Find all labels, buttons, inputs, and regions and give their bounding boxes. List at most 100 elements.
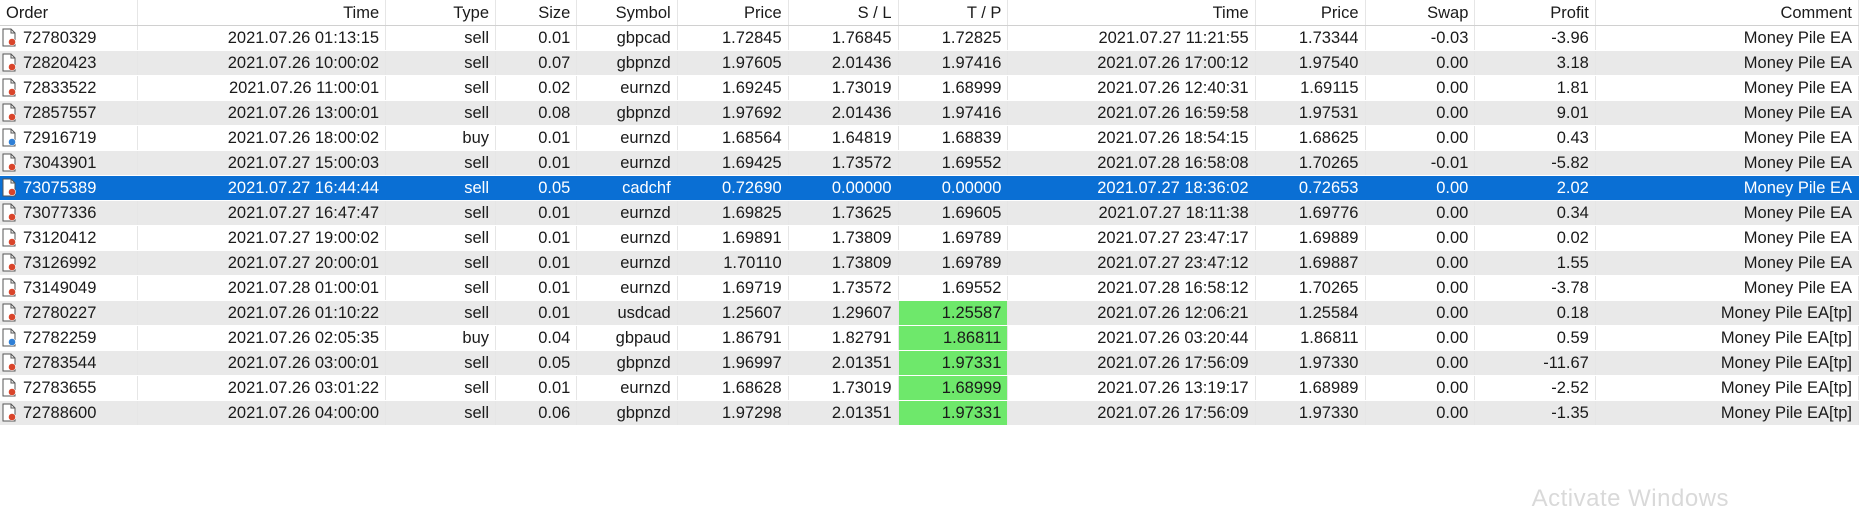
table-row[interactable]: 72857557 2021.07.26 13:00:01 sell 0.08 gbpnz… <box>0 100 1859 126</box>
cell-swap: 0.00 <box>1365 350 1476 376</box>
cell-tp: 1.72825 <box>898 25 1009 51</box>
table-row[interactable]: 73077336 2021.07.27 16:47:47 sell 0.01 eurnz… <box>0 200 1859 226</box>
cell-symbol: gbpnzd <box>576 100 678 126</box>
cell-order: 73149049 <box>0 275 138 301</box>
cell-symbol: eurnzd <box>576 250 678 276</box>
cell-sl: 1.82791 <box>788 325 899 351</box>
cell-swap: 0.00 <box>1365 300 1476 326</box>
cell-sl: 1.29607 <box>788 300 899 326</box>
cell-comment: Money Pile EA <box>1595 200 1859 226</box>
cell-symbol: eurnzd <box>576 275 678 301</box>
cell-sl: 1.73809 <box>788 250 899 276</box>
cell-sl: 1.73019 <box>788 75 899 101</box>
sell-order-icon <box>2 53 17 72</box>
cell-comment: Money Pile EA[tp] <box>1595 375 1859 401</box>
cell-order: 73043901 <box>0 150 138 176</box>
cell-profit: 0.34 <box>1474 200 1596 226</box>
order-number: 73043901 <box>23 154 97 172</box>
cell-size: 0.01 <box>495 250 578 276</box>
cell-type: sell <box>385 200 496 226</box>
column-header-order[interactable]: Order <box>0 0 138 26</box>
table-row[interactable]: 72820423 2021.07.26 10:00:02 sell 0.07 gbpnz… <box>0 50 1859 76</box>
cell-tp: 1.69552 <box>898 150 1009 176</box>
order-number: 72783655 <box>23 379 97 397</box>
column-header-tp[interactable]: T / P <box>898 0 1009 26</box>
table-row[interactable]: 73043901 2021.07.27 15:00:03 sell 0.01 eurnz… <box>0 150 1859 176</box>
table-row[interactable]: 72782259 2021.07.26 02:05:35 buy 0.04 gbpaud… <box>0 325 1859 351</box>
cell-tp: 0.00000 <box>898 175 1009 201</box>
column-header-sl[interactable]: S / L <box>788 0 899 26</box>
cell-comment: Money Pile EA <box>1595 25 1859 51</box>
buy-order-icon <box>2 128 17 147</box>
column-header-swap[interactable]: Swap <box>1365 0 1476 26</box>
cell-profit: -1.35 <box>1474 400 1596 426</box>
cell-close-time: 2021.07.27 23:47:17 <box>1007 225 1256 251</box>
cell-profit: -2.52 <box>1474 375 1596 401</box>
table-row[interactable]: 72780227 2021.07.26 01:10:22 sell 0.01 usdca… <box>0 300 1859 326</box>
column-header-price[interactable]: Price <box>677 0 789 26</box>
cell-size: 0.02 <box>495 75 578 101</box>
table-row[interactable]: 72833522 2021.07.26 11:00:01 sell 0.02 eurnz… <box>0 75 1859 101</box>
sell-order-icon <box>2 228 17 247</box>
column-header-close-price[interactable]: Price <box>1255 0 1366 26</box>
cell-tp: 1.97331 <box>898 350 1009 376</box>
cell-close-time: 2021.07.27 18:36:02 <box>1007 175 1256 201</box>
sell-order-icon <box>2 203 17 222</box>
column-header-close-time[interactable]: Time <box>1007 0 1256 26</box>
cell-order: 73120412 <box>0 225 138 251</box>
cell-symbol: eurnzd <box>576 125 678 151</box>
cell-sl: 1.64819 <box>788 125 899 151</box>
table-row[interactable]: 73126992 2021.07.27 20:00:01 sell 0.01 eurnz… <box>0 250 1859 276</box>
sell-order-icon <box>2 103 17 122</box>
cell-size: 0.01 <box>495 125 578 151</box>
cell-price: 1.69425 <box>677 150 789 176</box>
column-header-time[interactable]: Time <box>137 0 387 26</box>
cell-comment: Money Pile EA <box>1595 275 1859 301</box>
cell-profit: 0.02 <box>1474 225 1596 251</box>
table-row[interactable]: 72780329 2021.07.26 01:13:15 sell 0.01 gbpca… <box>0 25 1859 51</box>
cell-size: 0.01 <box>495 300 578 326</box>
cell-sl: 0.00000 <box>788 175 899 201</box>
cell-swap: 0.00 <box>1365 375 1476 401</box>
cell-size: 0.04 <box>495 325 578 351</box>
column-header-type[interactable]: Type <box>385 0 496 26</box>
cell-price: 1.25607 <box>677 300 789 326</box>
column-header-comment[interactable]: Comment <box>1595 0 1859 26</box>
cell-size: 0.06 <box>495 400 578 426</box>
table-row[interactable]: 72916719 2021.07.26 18:00:02 buy 0.01 eurnzd… <box>0 125 1859 151</box>
order-number: 72916719 <box>23 129 97 147</box>
cell-order: 72788600 <box>0 400 138 426</box>
cell-price: 0.72690 <box>677 175 789 201</box>
cell-swap: 0.00 <box>1365 200 1476 226</box>
cell-type: sell <box>385 175 496 201</box>
table-row[interactable]: 72783655 2021.07.26 03:01:22 sell 0.01 eurnz… <box>0 375 1859 401</box>
cell-profit: 0.43 <box>1474 125 1596 151</box>
cell-profit: 1.55 <box>1474 250 1596 276</box>
cell-symbol: eurnzd <box>576 375 678 401</box>
column-header-size[interactable]: Size <box>495 0 578 26</box>
column-header-symbol[interactable]: Symbol <box>576 0 678 26</box>
table-row[interactable]: 72788600 2021.07.26 04:00:00 sell 0.06 gbpnz… <box>0 400 1859 426</box>
cell-symbol: gbpnzd <box>576 50 678 76</box>
cell-size: 0.01 <box>495 150 578 176</box>
cell-close-price: 1.97540 <box>1255 50 1366 76</box>
cell-close-price: 1.70265 <box>1255 275 1366 301</box>
cell-comment: Money Pile EA <box>1595 225 1859 251</box>
cell-tp: 1.97331 <box>898 400 1009 426</box>
cell-time: 2021.07.27 15:00:03 <box>137 150 387 176</box>
cell-close-time: 2021.07.27 23:47:12 <box>1007 250 1256 276</box>
cell-size: 0.01 <box>495 275 578 301</box>
column-header-profit[interactable]: Profit <box>1474 0 1596 26</box>
table-row[interactable]: 73120412 2021.07.27 19:00:02 sell 0.01 eurnz… <box>0 225 1859 251</box>
order-number: 72780227 <box>23 304 97 322</box>
cell-tp: 1.97416 <box>898 100 1009 126</box>
cell-profit: 2.02 <box>1474 175 1596 201</box>
table-row[interactable]: 72783544 2021.07.26 03:00:01 sell 0.05 gbpnz… <box>0 350 1859 376</box>
cell-close-time: 2021.07.26 03:20:44 <box>1007 325 1256 351</box>
table-row[interactable]: 73075389 2021.07.27 16:44:44 sell 0.05 cadch… <box>0 175 1859 201</box>
cell-type: sell <box>385 225 496 251</box>
cell-comment: Money Pile EA <box>1595 175 1859 201</box>
cell-close-price: 1.70265 <box>1255 150 1366 176</box>
table-row[interactable]: 73149049 2021.07.28 01:00:01 sell 0.01 eurnz… <box>0 275 1859 301</box>
cell-symbol: cadchf <box>576 175 678 201</box>
